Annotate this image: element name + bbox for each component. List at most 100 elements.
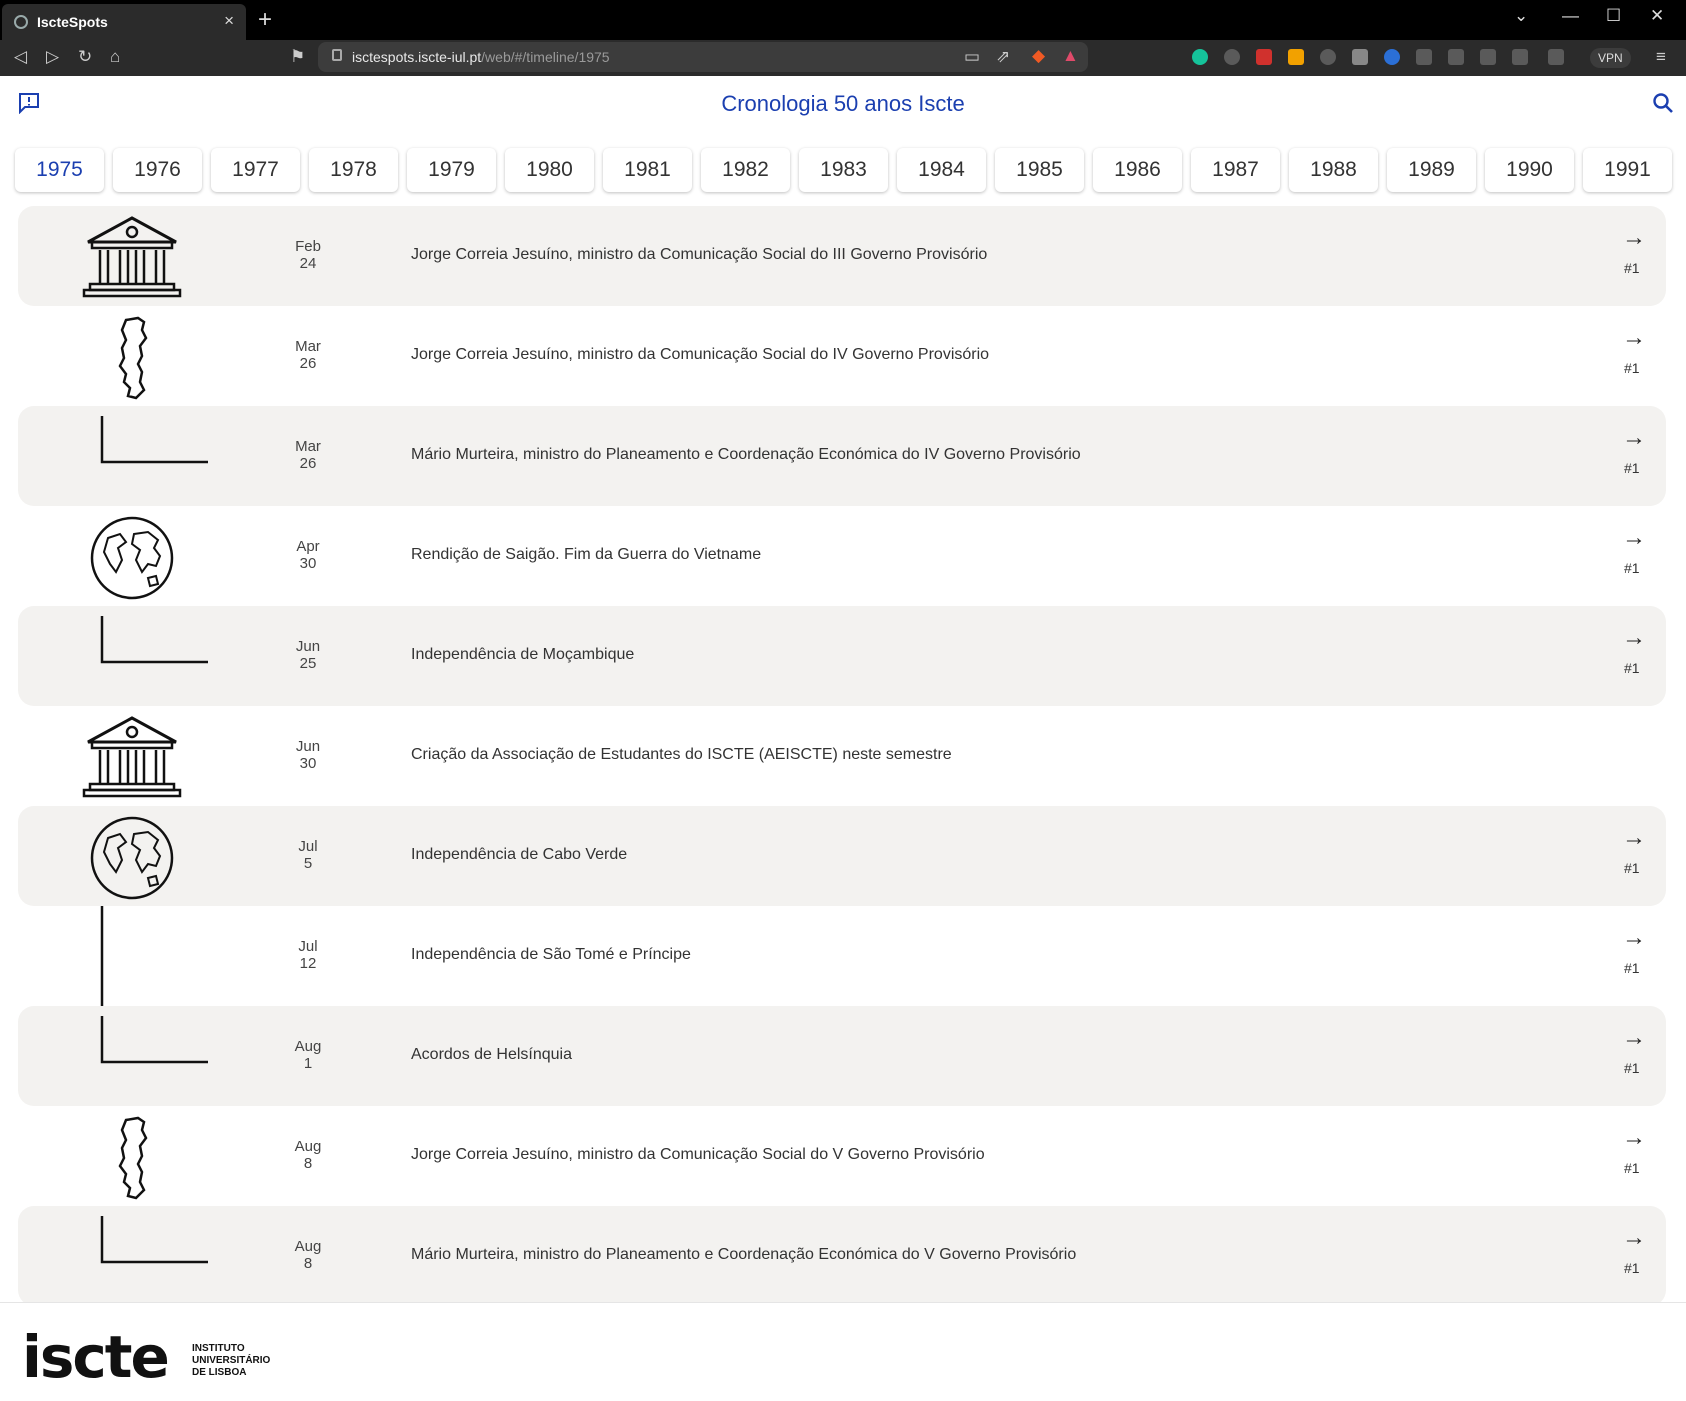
extension-icon[interactable] <box>1256 49 1272 65</box>
home-icon[interactable]: ⌂ <box>110 47 120 67</box>
share-icon[interactable]: ⇗ <box>996 47 1010 67</box>
event-link-number[interactable]: #1 <box>1624 860 1640 876</box>
year-tab-1985[interactable]: 1985 <box>995 148 1084 192</box>
arrow-right-icon[interactable]: → <box>1622 624 1646 652</box>
timeline-event-row[interactable]: Mar 26 Jorge Correia Jesuíno, ministro da … <box>18 306 1666 406</box>
year-tab-1983[interactable]: 1983 <box>799 148 888 192</box>
year-tab-1978[interactable]: 1978 <box>309 148 398 192</box>
timeline-connector <box>62 406 222 500</box>
arrow-right-icon[interactable]: → <box>1622 1224 1646 1252</box>
year-tab-1982[interactable]: 1982 <box>701 148 790 192</box>
grammarly-extension-icon[interactable] <box>1192 49 1208 65</box>
arrow-right-icon[interactable]: → <box>1622 924 1646 952</box>
timeline-line <box>62 894 222 1006</box>
arrow-right-icon[interactable]: → <box>1622 824 1646 852</box>
event-link-number[interactable]: #1 <box>1624 1060 1640 1076</box>
year-tab-1979[interactable]: 1979 <box>407 148 496 192</box>
timeline-event-row[interactable]: Aug 8 Jorge Correia Jesuíno, ministro da C… <box>18 1106 1666 1206</box>
browser-tab[interactable]: IscteSpots × <box>2 4 246 40</box>
timeline-event-row[interactable]: Apr 30 Rendição de Saigão. Fim da Guerra d… <box>18 506 1666 606</box>
power-extension-icon[interactable] <box>1384 49 1400 65</box>
timeline-event-row[interactable]: Aug 8 Mário Murteira, ministro do Planeame… <box>18 1206 1666 1306</box>
arrow-right-icon[interactable]: → <box>1622 324 1646 352</box>
back-icon[interactable]: ◁ <box>14 47 27 67</box>
new-tab-button[interactable]: + <box>258 6 272 34</box>
timeline-event-row[interactable]: Jun 30 Criação da Associação de Estudantes… <box>18 706 1666 806</box>
arrow-right-icon[interactable]: → <box>1622 1124 1646 1152</box>
event-link-number[interactable]: #1 <box>1624 460 1640 476</box>
reload-icon[interactable]: ↻ <box>78 47 92 67</box>
event-link-number[interactable]: #1 <box>1624 960 1640 976</box>
vpn-button[interactable]: VPN <box>1590 48 1631 68</box>
year-tab-1984[interactable]: 1984 <box>897 148 986 192</box>
year-tab-1990[interactable]: 1990 <box>1485 148 1574 192</box>
year-tab-1988[interactable]: 1988 <box>1289 148 1378 192</box>
year-tab-1981[interactable]: 1981 <box>603 148 692 192</box>
globe-favicon-icon <box>14 15 28 29</box>
timeline-event-row[interactable]: Jul 12 Independência de São Tomé e Príncip… <box>18 894 1666 1006</box>
timeline-events: Feb 24 Jorge Correia Jesuíno, ministro da … <box>18 206 1666 1362</box>
media-icon[interactable] <box>1448 49 1464 65</box>
event-date: Aug 1 <box>278 1038 338 1072</box>
iscte-logo-subtitle: INSTITUTO UNIVERSITÁRIO DE LISBOA <box>192 1343 271 1378</box>
timeline-event-row[interactable]: Aug 1 Acordos de Helsínquia → #1 <box>18 1006 1666 1106</box>
iscte-logo: iscte <box>22 1323 170 1391</box>
close-tab-icon[interactable]: × <box>224 11 234 31</box>
pause-extension-icon[interactable] <box>1224 49 1240 65</box>
event-month: Aug <box>294 1038 322 1055</box>
tab-search-chevron-icon[interactable]: ⌄ <box>1514 6 1528 26</box>
event-link-number[interactable]: #1 <box>1624 560 1640 576</box>
event-description: Independência de Moçambique <box>411 646 635 663</box>
extension-icon[interactable] <box>1352 49 1368 65</box>
arrow-right-icon[interactable]: → <box>1622 224 1646 252</box>
year-tab-1977[interactable]: 1977 <box>211 148 300 192</box>
timeline-event-row[interactable]: Mar 26 Mário Murteira, ministro do Planeam… <box>18 406 1666 506</box>
year-tab-1980[interactable]: 1980 <box>505 148 594 192</box>
year-tab-1987[interactable]: 1987 <box>1191 148 1280 192</box>
portugal-map-icon <box>82 1116 182 1200</box>
event-description: Jorge Correia Jesuíno, ministro da Comun… <box>411 346 990 363</box>
brave-shield-icon[interactable]: ◆ <box>1032 46 1045 66</box>
event-day: 12 <box>299 955 317 972</box>
minimize-icon[interactable]: — <box>1562 6 1579 26</box>
timeline-event-row[interactable]: Feb 24 Jorge Correia Jesuíno, ministro da … <box>18 206 1666 306</box>
search-icon[interactable] <box>1652 92 1674 119</box>
address-bar[interactable]: isctespots.iscte-iul.pt/web/#/timeline/1… <box>318 42 1088 72</box>
browser-tab-bar: IscteSpots × + ⌄ — ☐ ✕ <box>0 0 1686 40</box>
event-link-number[interactable]: #1 <box>1624 1260 1640 1276</box>
arrow-right-icon[interactable]: → <box>1622 1024 1646 1052</box>
event-month: Aug <box>294 1238 322 1255</box>
year-tab-1975[interactable]: 1975 <box>15 148 104 192</box>
year-tab-1991[interactable]: 1991 <box>1583 148 1672 192</box>
app-page: Cronologia 50 anos Iscte 1975 1976 1977 197… <box>0 76 1686 1401</box>
extension-icon[interactable] <box>1288 49 1304 65</box>
timeline-event-row[interactable]: Jun 25 Independência de Moçambique → #1 <box>18 606 1666 706</box>
year-tab-1986[interactable]: 1986 <box>1093 148 1182 192</box>
wallet-icon[interactable] <box>1548 49 1564 65</box>
cast-icon[interactable]: ▭ <box>964 47 980 67</box>
arrow-right-icon[interactable]: → <box>1622 424 1646 452</box>
event-date: Jun 30 <box>278 738 338 772</box>
event-link-number[interactable]: #1 <box>1624 360 1640 376</box>
year-tab-1989[interactable]: 1989 <box>1387 148 1476 192</box>
close-window-icon[interactable]: ✕ <box>1650 6 1664 26</box>
menu-icon[interactable]: ≡ <box>1656 47 1666 67</box>
event-link-number[interactable]: #1 <box>1624 660 1640 676</box>
sidebar-icon[interactable] <box>1512 49 1528 65</box>
timeline-event-row[interactable]: Jul 5 Independência de Cabo Verde → #1 <box>18 806 1666 906</box>
event-month: Feb <box>295 238 321 255</box>
event-link-number[interactable]: #1 <box>1624 260 1640 276</box>
download-icon[interactable] <box>1480 49 1496 65</box>
maximize-icon[interactable]: ☐ <box>1606 6 1621 26</box>
brave-rewards-icon[interactable]: ▲ <box>1062 46 1079 66</box>
event-date: Jun 25 <box>278 638 338 672</box>
extensions-puzzle-icon[interactable] <box>1416 49 1432 65</box>
event-link-number[interactable]: #1 <box>1624 1160 1640 1176</box>
extension-icon[interactable] <box>1320 49 1336 65</box>
browser-toolbar: ◁ ▷ ↻ ⌂ ⚑ isctespots.iscte-iul.pt/web/#/… <box>0 40 1686 76</box>
year-tab-1976[interactable]: 1976 <box>113 148 202 192</box>
arrow-right-icon[interactable]: → <box>1622 524 1646 552</box>
bookmark-icon[interactable]: ⚑ <box>290 47 305 67</box>
forward-icon[interactable]: ▷ <box>46 47 59 67</box>
event-day: 30 <box>299 555 317 572</box>
